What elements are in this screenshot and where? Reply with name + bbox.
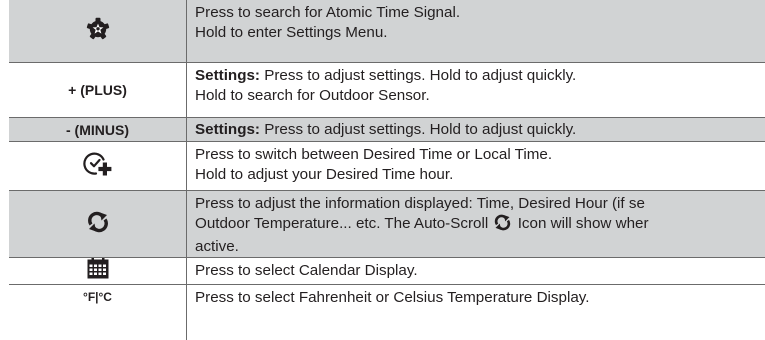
- calendar-icon: [87, 258, 109, 284]
- row-description: Press to select Calendar Display.: [195, 261, 765, 281]
- description-line: Hold to enter Settings Menu.: [195, 24, 388, 41]
- gear-star-icon: [86, 17, 110, 46]
- table-row-plus-button: + (PLUS) Settings: Press to adjust setti…: [9, 63, 765, 118]
- minus-key-label: - (MINUS): [66, 121, 129, 138]
- key-cell: [9, 258, 187, 284]
- description-line: Press to search for Atomic Time Signal.: [195, 4, 461, 21]
- key-cell: + (PLUS): [9, 63, 187, 117]
- description-line: Outdoor Temperature... etc. The Auto-Scr…: [195, 214, 765, 237]
- row-description: Settings: Press to adjust settings. Hold…: [195, 66, 765, 106]
- key-cell: - (MINUS): [9, 118, 187, 141]
- settings-prefix: Settings:: [195, 67, 260, 84]
- row-description: Press to select Fahrenheit or Celsius Te…: [195, 288, 765, 308]
- description-line: Settings: Press to adjust settings. Hold…: [195, 66, 765, 86]
- plus-key-label: + (PLUS): [68, 82, 127, 98]
- description-text: Outdoor Temperature... etc. The Auto-Scr…: [195, 215, 489, 232]
- fahrenheit-celsius-key-label: °F|°C: [83, 290, 112, 304]
- key-cell: [9, 0, 187, 62]
- table-row-temperature-unit-button: °F|°C Press to select Fahrenheit or Cels…: [9, 285, 765, 340]
- row-description: Press to switch between Desired Time or …: [195, 145, 765, 185]
- row-description: Settings: Press to adjust settings. Hold…: [195, 120, 765, 140]
- key-cell: [9, 191, 187, 257]
- auto-scroll-icon: [87, 211, 109, 238]
- description-line: Press to select Fahrenheit or Celsius Te…: [195, 289, 590, 306]
- description-line: Hold to adjust your Desired Time hour.: [195, 166, 454, 183]
- table-row-calendar-button: Press to select Calendar Display.: [9, 258, 765, 285]
- row-description: Press to adjust the information displaye…: [195, 194, 765, 257]
- table-row-minus-button: - (MINUS) Settings: Press to adjust sett…: [9, 118, 765, 142]
- table-row-settings-button: Press to search for Atomic Time Signal. …: [9, 0, 765, 63]
- clock-plus-icon: [82, 151, 113, 182]
- table-row-auto-scroll-button: Press to adjust the information displaye…: [9, 191, 765, 258]
- description-line: Press to adjust the information displaye…: [195, 195, 645, 212]
- description-line: Press to switch between Desired Time or …: [195, 146, 553, 163]
- table-row-desired-time-button: Press to switch between Desired Time or …: [9, 142, 765, 191]
- description-line: Hold to search for Outdoor Sensor.: [195, 87, 430, 104]
- description-text: Press to adjust settings. Hold to adjust…: [264, 121, 577, 138]
- settings-prefix: Settings:: [195, 121, 260, 138]
- key-cell: °F|°C: [9, 285, 187, 340]
- key-cell: [9, 142, 187, 190]
- description-line: Press to select Calendar Display.: [195, 262, 418, 279]
- description-text: Press to adjust settings. Hold to adjust…: [264, 67, 577, 84]
- description-line: Settings: Press to adjust settings. Hold…: [195, 120, 765, 140]
- auto-scroll-icon: [494, 214, 511, 237]
- row-description: Press to search for Atomic Time Signal. …: [195, 3, 765, 43]
- description-line: active.: [195, 238, 239, 255]
- description-text: Icon will show wher: [517, 215, 649, 232]
